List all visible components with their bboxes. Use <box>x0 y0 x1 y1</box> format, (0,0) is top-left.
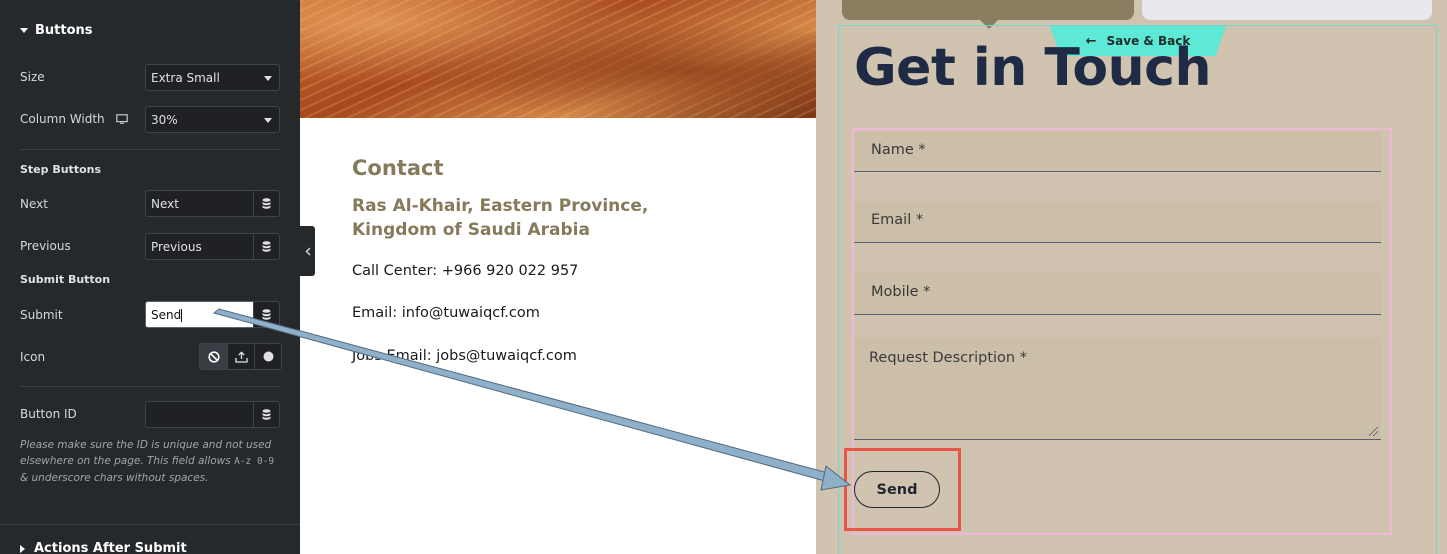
form-section: ← Save & Back Get in Touch Name * Email … <box>816 0 1447 554</box>
column-width-label-row: Column Width <box>20 112 128 126</box>
resize-handle-icon[interactable] <box>1369 427 1378 436</box>
section-tab[interactable] <box>842 0 1134 20</box>
jobs-email-line[interactable]: Jobs Email: jobs@tuwaiqcf.com <box>352 348 812 364</box>
call-center-line: Call Center: +966 920 022 957 <box>352 263 579 279</box>
icon-label: Icon <box>20 350 46 364</box>
send-button[interactable]: Send <box>854 471 940 508</box>
database-icon <box>262 409 271 420</box>
panel-collapse-button[interactable] <box>300 226 315 276</box>
name-field[interactable]: Name * <box>854 131 1381 172</box>
icon-none-option[interactable] <box>200 344 227 369</box>
size-select-value: Extra Small <box>151 71 220 85</box>
column-width-label: Column Width <box>20 112 105 126</box>
divider <box>0 524 300 525</box>
chevron-down-icon <box>264 118 272 123</box>
help-code: A-z 0-9 <box>234 456 275 467</box>
button-id-input[interactable] <box>145 401 253 428</box>
database-icon <box>262 198 271 209</box>
editor-panel: Buttons Size Extra Small Column Width 30… <box>0 0 300 554</box>
contact-title: Contact <box>352 156 444 180</box>
column-width-select[interactable]: 30% <box>145 106 280 133</box>
form-title: Get in Touch <box>854 38 1212 98</box>
submit-input[interactable]: Send <box>145 301 253 328</box>
request-description-field[interactable]: Request Description * <box>854 337 1381 440</box>
previous-input[interactable]: Previous <box>145 233 253 260</box>
dynamic-tags-button[interactable] <box>253 401 280 428</box>
request-description-placeholder: Request Description * <box>869 350 1027 366</box>
submit-button-heading: Submit Button <box>20 273 111 286</box>
upload-icon <box>234 350 248 363</box>
icon-default-option[interactable] <box>254 344 281 369</box>
button-id-help-text: Please make sure the ID is unique and no… <box>20 437 280 486</box>
email-line[interactable]: Email: info@tuwaiqcf.com <box>352 305 812 321</box>
buttons-section-toggle[interactable]: Buttons <box>20 23 93 38</box>
previous-label: Previous <box>20 239 71 253</box>
text-cursor <box>181 309 183 322</box>
icon-choice-group <box>199 343 282 370</box>
caret-down-icon <box>20 28 28 33</box>
chevron-down-icon <box>264 76 272 81</box>
dynamic-tags-button[interactable] <box>253 301 280 328</box>
dynamic-tags-button[interactable] <box>253 190 280 217</box>
hero-image <box>300 0 816 118</box>
next-label: Next <box>20 197 48 211</box>
buttons-section-title: Buttons <box>35 23 93 38</box>
database-icon <box>262 241 271 252</box>
dynamic-tags-button[interactable] <box>253 233 280 260</box>
help-text-part: & underscore chars without spaces. <box>20 472 209 484</box>
mobile-field[interactable]: Mobile * <box>854 272 1381 315</box>
database-icon <box>262 309 271 320</box>
contact-address: Ras Al-Khair, Eastern Province, Kingdom … <box>352 194 812 242</box>
actions-after-submit-title: Actions After Submit <box>34 541 187 554</box>
size-label: Size <box>20 70 45 84</box>
step-buttons-heading: Step Buttons <box>20 163 102 176</box>
divider <box>20 386 280 387</box>
ban-icon <box>207 350 220 363</box>
monitor-icon[interactable] <box>115 113 128 125</box>
email-field[interactable]: Email * <box>854 201 1381 243</box>
submit-input-value: Send <box>151 308 182 322</box>
divider <box>20 149 280 150</box>
address-line: Kingdom of Saudi Arabia <box>352 220 590 240</box>
address-line: Ras Al-Khair, Eastern Province, <box>352 196 649 216</box>
chevron-left-icon <box>305 247 310 255</box>
actions-after-submit-toggle[interactable]: Actions After Submit <box>20 541 187 554</box>
circle-icon <box>263 351 273 362</box>
icon-upload-option[interactable] <box>227 344 254 369</box>
caret-right-icon <box>20 544 25 553</box>
column-width-select-value: 30% <box>151 113 178 127</box>
size-select[interactable]: Extra Small <box>145 64 280 91</box>
button-id-label: Button ID <box>20 407 77 421</box>
submit-label: Submit <box>20 308 63 322</box>
section-tab[interactable] <box>1142 0 1432 20</box>
next-input[interactable]: Next <box>145 190 253 217</box>
contact-section: Contact Ras Al-Khair, Eastern Province, … <box>352 156 812 364</box>
